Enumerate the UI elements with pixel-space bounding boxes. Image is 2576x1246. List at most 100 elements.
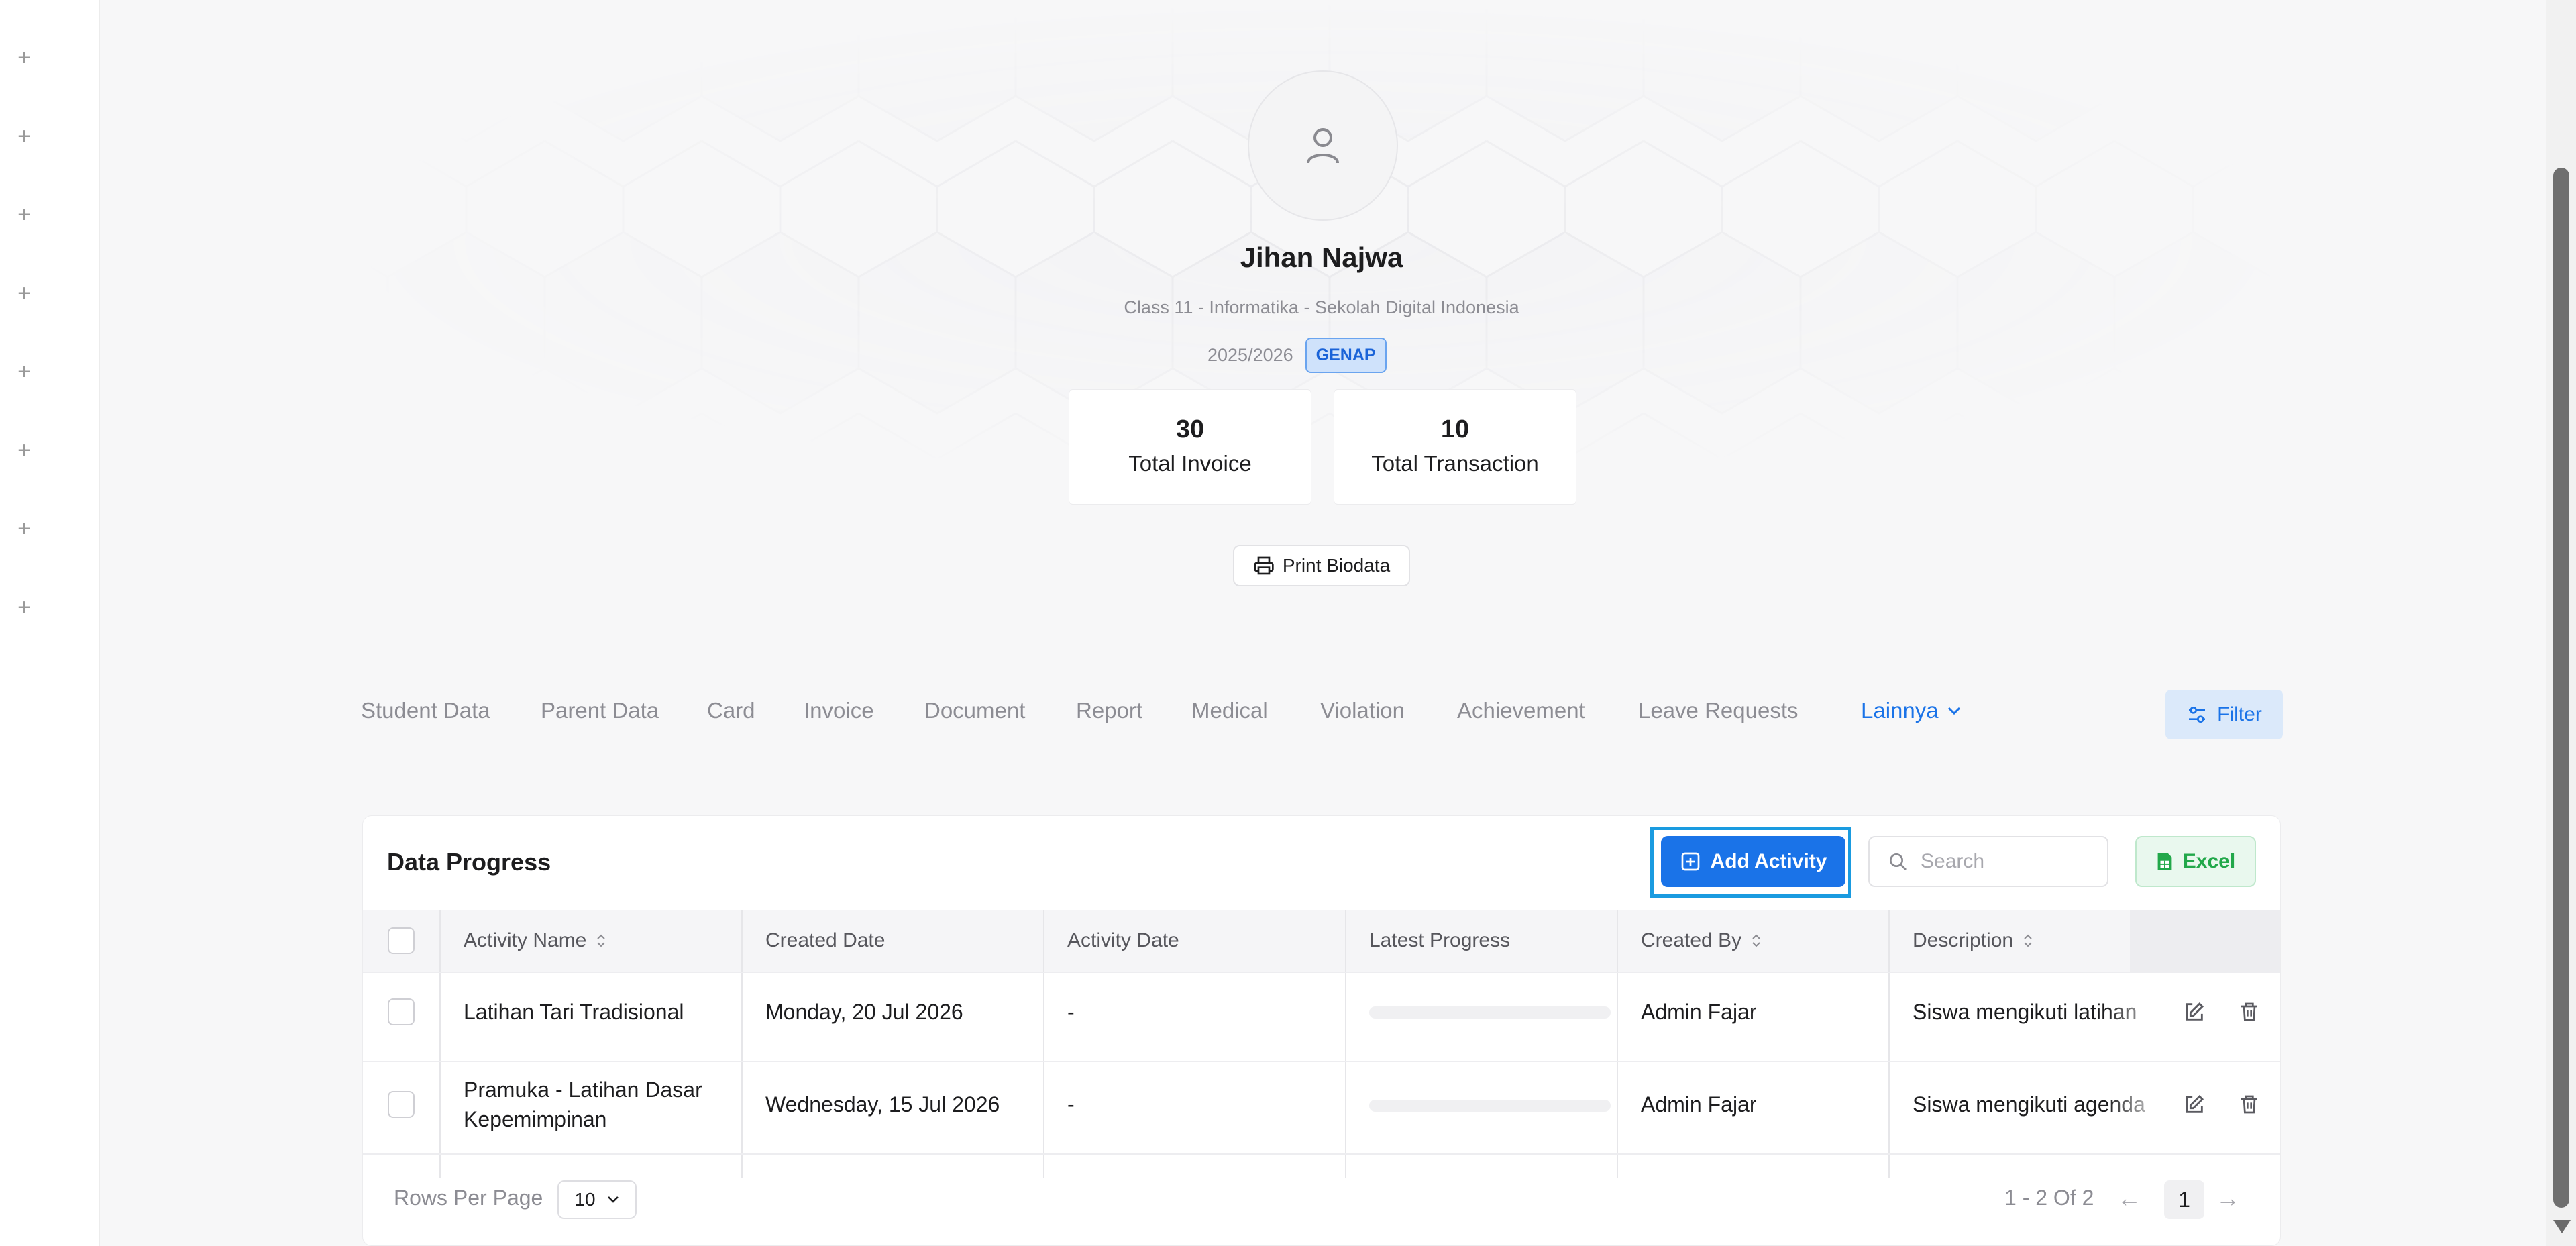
trash-icon xyxy=(2241,1095,2257,1114)
delete-icon[interactable] xyxy=(2235,1090,2264,1119)
plus-icon[interactable]: + xyxy=(15,282,34,305)
pencil-square-icon xyxy=(2186,1094,2204,1113)
activity-date-cell: - xyxy=(1067,1000,1075,1024)
plus-icon[interactable]: + xyxy=(15,46,34,69)
created-by-cell: Admin Fajar xyxy=(1641,1000,1757,1024)
scroll-down-arrow-icon[interactable] xyxy=(2553,1220,2571,1233)
tab-violation[interactable]: Violation xyxy=(1320,698,1405,723)
delete-icon[interactable] xyxy=(2235,997,2264,1027)
column-divider xyxy=(439,910,441,1178)
column-label: Latest Progress xyxy=(1369,929,1511,951)
sort-icon[interactable] xyxy=(2023,932,2033,949)
print-biodata-button[interactable]: Print Biodata xyxy=(1233,545,1410,586)
column-label: Activity Name xyxy=(464,929,587,951)
sort-icon[interactable] xyxy=(596,932,606,949)
plus-icon[interactable]: + xyxy=(15,203,34,226)
created-by-cell: Admin Fajar xyxy=(1641,1092,1757,1117)
left-rail: + + + + + + + + xyxy=(0,0,100,1246)
created-date-cell: Wednesday, 15 Jul 2026 xyxy=(765,1092,1000,1117)
excel-label: Excel xyxy=(2182,850,2236,872)
student-name: Jihan Najwa xyxy=(1240,242,1403,273)
activity-name-line: Pramuka - Latihan Dasar xyxy=(464,1078,702,1102)
tab-leave-requests[interactable]: Leave Requests xyxy=(1638,698,1799,723)
spreadsheet-icon xyxy=(2157,853,2172,870)
actions-header-cell xyxy=(2130,910,2280,972)
column-label: Activity Date xyxy=(1067,929,1179,951)
avatar xyxy=(1248,70,1398,221)
pencil-square-icon xyxy=(2186,1002,2204,1021)
created-date-cell: Monday, 20 Jul 2026 xyxy=(765,1000,963,1024)
trash-icon xyxy=(2241,1002,2257,1021)
current-page-button[interactable]: 1 xyxy=(2164,1180,2204,1219)
tab-student-data[interactable]: Student Data xyxy=(361,698,490,723)
rows-per-page-select[interactable]: 10 xyxy=(557,1180,637,1219)
tab-report[interactable]: Report xyxy=(1076,698,1142,723)
print-biodata-label: Print Biodata xyxy=(1282,555,1391,576)
chevron-down-icon xyxy=(607,1196,619,1203)
column-activity-name[interactable]: Activity Name xyxy=(464,910,606,972)
tab-parent-data[interactable]: Parent Data xyxy=(541,698,659,723)
pagination-range: 1 - 2 Of 2 xyxy=(2004,1186,2094,1210)
rows-per-page-label: Rows Per Page xyxy=(394,1186,543,1210)
progress-bar xyxy=(1369,1100,1611,1112)
semester-badge: GENAP xyxy=(1305,337,1387,373)
search-input[interactable] xyxy=(1919,849,2096,874)
search-icon xyxy=(1890,853,1907,870)
chevron-down-icon xyxy=(1947,707,1960,715)
column-divider xyxy=(1043,910,1044,1178)
plus-icon[interactable]: + xyxy=(15,360,34,383)
column-created-by[interactable]: Created By xyxy=(1641,910,1762,972)
column-label: Created By xyxy=(1641,929,1742,951)
description-fade xyxy=(2107,997,2167,1028)
activity-date-cell: - xyxy=(1067,1092,1075,1117)
filter-label: Filter xyxy=(2217,703,2262,725)
rows-per-page-value: 10 xyxy=(574,1189,596,1210)
row-divider xyxy=(363,972,2280,973)
column-created-date: Created Date xyxy=(765,910,885,972)
tab-document[interactable]: Document xyxy=(924,698,1025,723)
academic-year-row: 2025/2026 GENAP xyxy=(1208,337,1387,373)
plus-icon[interactable]: + xyxy=(15,125,34,148)
printer-icon xyxy=(1254,556,1274,575)
plus-icon[interactable]: + xyxy=(15,439,34,462)
tab-more-label: Lainnya xyxy=(1861,698,1939,723)
filter-button[interactable]: Filter xyxy=(2165,690,2283,739)
stat-label: Total Invoice xyxy=(1128,451,1252,476)
plus-icon[interactable]: + xyxy=(15,517,34,540)
description-fade xyxy=(2107,1090,2167,1121)
column-description[interactable]: Description xyxy=(1913,910,2033,972)
tab-achievement[interactable]: Achievement xyxy=(1457,698,1585,723)
stat-label: Total Transaction xyxy=(1371,451,1539,476)
student-class-info: Class 11 - Informatika - Sekolah Digital… xyxy=(1124,297,1519,317)
edit-icon[interactable] xyxy=(2180,1090,2209,1119)
tab-invoice[interactable]: Invoice xyxy=(804,698,874,723)
card-title: Data Progress xyxy=(387,848,551,876)
column-divider xyxy=(1617,910,1618,1178)
plus-icon[interactable]: + xyxy=(15,596,34,619)
edit-icon[interactable] xyxy=(2180,997,2209,1027)
column-divider xyxy=(1888,910,1890,1178)
activity-name-cell: Latihan Tari Tradisional xyxy=(464,1000,684,1024)
tab-medical[interactable]: Medical xyxy=(1191,698,1268,723)
row-checkbox[interactable] xyxy=(388,1091,415,1118)
stat-total-invoice: 30 Total Invoice xyxy=(1069,389,1311,505)
column-latest-progress: Latest Progress xyxy=(1369,910,1510,972)
next-page-arrow-icon[interactable]: → xyxy=(2216,1184,2240,1212)
prev-page-arrow-icon[interactable]: ← xyxy=(2117,1184,2141,1212)
row-divider xyxy=(363,1153,2280,1155)
row-checkbox[interactable] xyxy=(388,998,415,1025)
tab-more-dropdown[interactable]: Lainnya xyxy=(1861,698,1962,723)
table-header: Activity Name Created Date Activity Date… xyxy=(363,910,2280,972)
tab-card[interactable]: Card xyxy=(707,698,755,723)
progress-bar xyxy=(1369,1006,1611,1019)
add-activity-button[interactable]: Add Activity xyxy=(1661,836,1845,887)
column-divider xyxy=(741,910,743,1178)
excel-export-button[interactable]: Excel xyxy=(2135,836,2256,887)
stat-value: 30 xyxy=(1175,415,1205,444)
search-box[interactable] xyxy=(1868,836,2108,887)
scrollbar-thumb[interactable] xyxy=(2553,168,2569,1208)
plus-square-icon xyxy=(1681,852,1699,871)
select-all-checkbox[interactable] xyxy=(388,927,415,954)
data-progress-card: Data Progress Add Activity Excel Activit… xyxy=(362,815,2281,1246)
sort-icon[interactable] xyxy=(1751,932,1762,949)
